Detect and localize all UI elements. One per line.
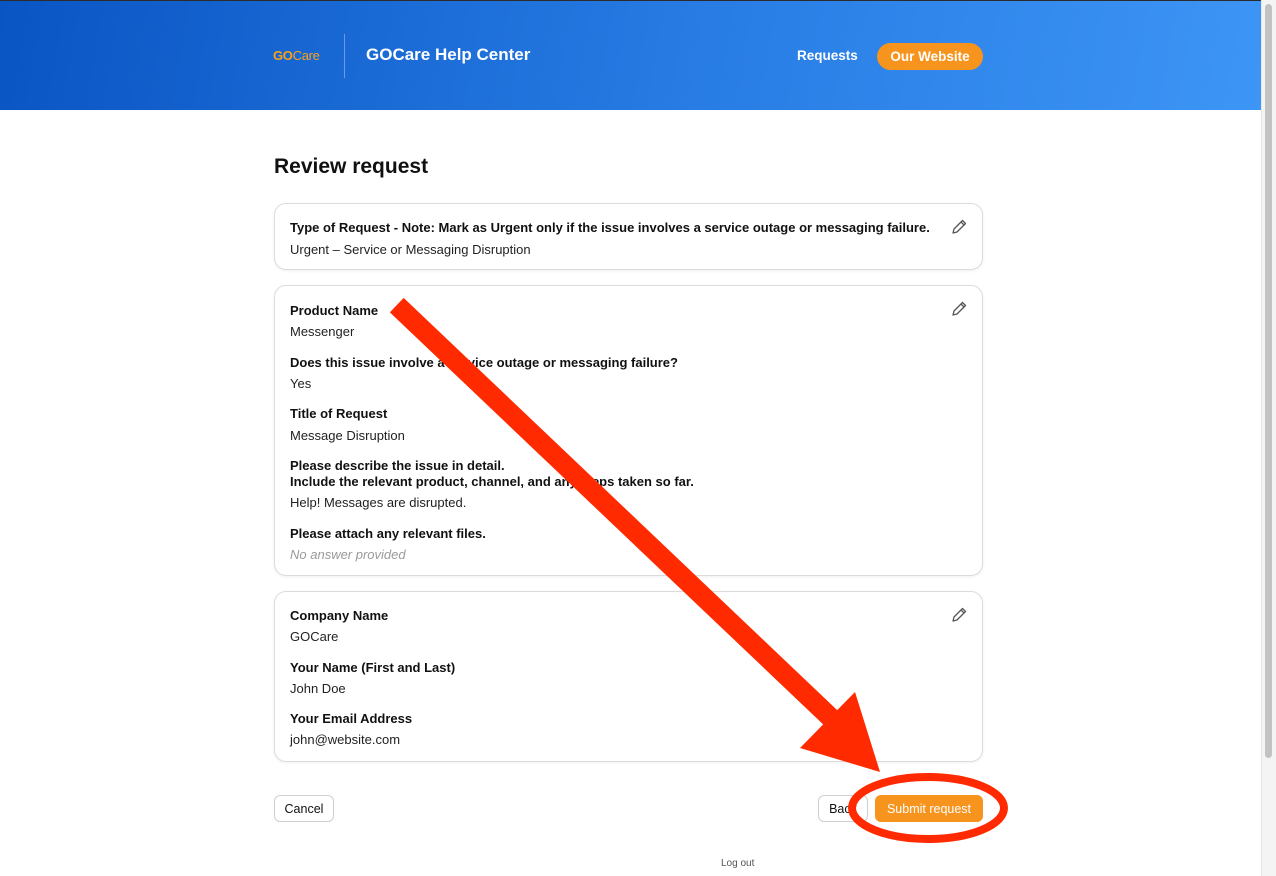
outage-question-value: Yes	[290, 376, 312, 391]
pencil-edit-icon[interactable]	[950, 218, 968, 236]
request-type-card: Type of Request - Note: Mark as Urgent o…	[274, 203, 983, 270]
attachments-empty-value: No answer provided	[290, 547, 406, 562]
request-type-label: Type of Request - Note: Mark as Urgent o…	[290, 220, 930, 235]
back-button[interactable]: Back	[818, 795, 868, 822]
logo-go-text: GO	[273, 48, 293, 63]
product-name-label: Product Name	[290, 303, 379, 318]
pencil-edit-icon[interactable]	[950, 606, 968, 624]
logo-care-text: Care	[292, 48, 320, 63]
gocare-logo[interactable]: GOCare	[273, 48, 320, 63]
page-title: Review request	[274, 155, 429, 178]
help-center-title[interactable]: GOCare Help Center	[366, 45, 530, 65]
your-name-label: Your Name (First and Last)	[290, 660, 456, 675]
request-title-label: Title of Request	[290, 406, 388, 421]
description-label-line2: Include the relevant product, channel, a…	[290, 474, 694, 489]
email-label: Your Email Address	[290, 711, 413, 726]
email-value: john@website.com	[290, 732, 401, 747]
site-header: GOCare GOCare Help Center Requests Our W…	[0, 0, 1261, 110]
pencil-edit-icon[interactable]	[950, 300, 968, 318]
request-title-value: Message Disruption	[290, 428, 405, 443]
company-name-label: Company Name	[290, 608, 389, 623]
submit-request-button[interactable]: Submit request	[875, 795, 983, 822]
contact-info-card: Company Name GOCare Your Name (First and…	[274, 591, 983, 762]
our-website-button[interactable]: Our Website	[877, 43, 983, 70]
cancel-button[interactable]: Cancel	[274, 795, 334, 822]
outage-question-label: Does this issue involve a service outage…	[290, 355, 678, 370]
description-label-line1: Please describe the issue in detail.	[290, 458, 505, 473]
company-name-value: GOCare	[290, 629, 339, 644]
description-value: Help! Messages are disrupted.	[290, 495, 467, 510]
product-name-value: Messenger	[290, 324, 355, 339]
request-type-value: Urgent – Service or Messaging Disruption	[290, 242, 531, 257]
your-name-value: John Doe	[290, 681, 346, 696]
nav-requests-link[interactable]: Requests	[797, 48, 858, 63]
attachments-label: Please attach any relevant files.	[290, 526, 486, 541]
logo-divider	[344, 34, 345, 78]
issue-details-card: Product Name Messenger Does this issue i…	[274, 285, 983, 576]
scrollbar-thumb[interactable]	[1265, 4, 1272, 758]
logout-link[interactable]: Log out	[721, 858, 754, 869]
